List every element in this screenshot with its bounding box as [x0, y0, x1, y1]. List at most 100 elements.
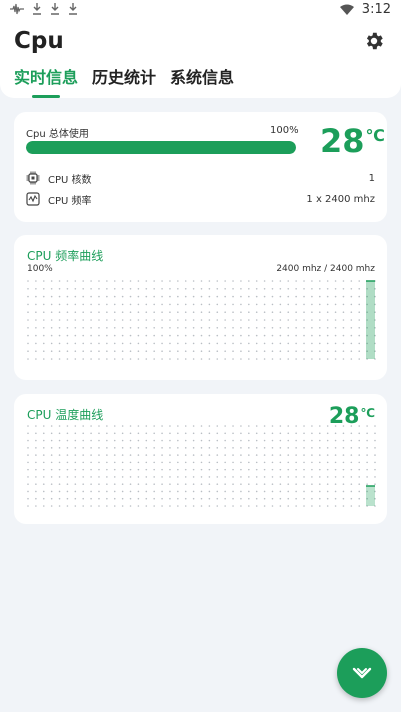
- grid-dot: [50, 447, 53, 449]
- grid-dot: [287, 319, 290, 321]
- grid-dot: [121, 327, 124, 329]
- grid-dot: [279, 447, 282, 449]
- grid-dot: [232, 476, 234, 478]
- grid-dot: [216, 303, 219, 306]
- grid-dot: [82, 505, 85, 507]
- grid-dot: [145, 432, 148, 435]
- grid-dot: [161, 350, 163, 352]
- grid-dot: [271, 432, 274, 435]
- grid-dot: [303, 319, 305, 321]
- grid-dot: [303, 295, 305, 298]
- grid-dot: [263, 454, 266, 456]
- grid-dot: [177, 490, 179, 493]
- grid-dot: [216, 468, 219, 471]
- grid-dot: [358, 497, 361, 500]
- grid-dot: [271, 490, 274, 493]
- grid-dot: [208, 319, 211, 321]
- grid-dot: [200, 483, 203, 485]
- grid-dot: [366, 454, 368, 456]
- grid-dot: [208, 447, 211, 449]
- grid-dot: [334, 490, 337, 493]
- grid-dot: [50, 461, 53, 464]
- grid-dot: [350, 334, 353, 337]
- grid-dot: [358, 439, 361, 442]
- grid-dot: [98, 490, 100, 493]
- grid-dot: [74, 358, 77, 360]
- grid-dot: [177, 358, 179, 360]
- grid-dot: [295, 350, 297, 352]
- grid-dot: [121, 295, 124, 298]
- grid-dot: [318, 468, 321, 471]
- grid-dot: [311, 490, 313, 493]
- grid-dot: [27, 505, 29, 507]
- grid-dot: [271, 288, 274, 290]
- wifi-icon: [339, 4, 354, 15]
- grid-dot: [263, 468, 266, 471]
- cpu-usage-card: Cpu 总体使用 100% 28℃ CPU 核数 1 CPU 频率 1 x 24…: [14, 112, 387, 222]
- grid-dot: [98, 505, 100, 507]
- tab-system-info[interactable]: 系统信息: [170, 64, 234, 96]
- grid-dot: [145, 439, 148, 442]
- grid-dot: [240, 483, 242, 485]
- grid-dot: [106, 288, 108, 290]
- grid-dot: [350, 288, 353, 290]
- grid-dot: [74, 454, 77, 456]
- grid-dot: [342, 461, 345, 464]
- tab-realtime-info[interactable]: 实时信息: [14, 64, 78, 96]
- grid-dot: [153, 432, 155, 435]
- grid-dot: [326, 350, 329, 352]
- grid-dot: [192, 327, 195, 329]
- grid-dot: [42, 350, 45, 352]
- grid-dot: [82, 447, 85, 449]
- grid-dot: [161, 358, 163, 360]
- grid-dot: [248, 454, 250, 456]
- grid-dot: [263, 358, 266, 360]
- tab-history-stats[interactable]: 历史统计: [92, 64, 156, 96]
- grid-dot: [208, 350, 211, 352]
- grid-dot: [27, 461, 29, 464]
- grid-dot: [240, 432, 242, 435]
- grid-dot: [240, 334, 242, 337]
- grid-dot: [248, 461, 250, 464]
- grid-dot: [240, 303, 242, 306]
- grid-dot: [82, 454, 85, 456]
- grid-dot: [129, 490, 132, 493]
- grid-dot: [263, 439, 266, 442]
- page-title: Cpu: [14, 28, 64, 54]
- grid-dot: [295, 311, 297, 313]
- grid-dot: [232, 447, 234, 449]
- usage-progress-bar: [26, 141, 296, 154]
- grid-dot: [58, 327, 61, 329]
- grid-dot: [58, 425, 61, 427]
- grid-dot: [342, 342, 345, 345]
- grid-dot: [145, 303, 148, 306]
- grid-dot: [326, 439, 329, 442]
- grid-dot: [318, 490, 321, 493]
- grid-dot: [42, 454, 45, 456]
- grid-dot: [113, 311, 116, 313]
- grid-dot: [42, 288, 45, 290]
- grid-dot: [161, 483, 163, 485]
- grid-dot: [224, 461, 226, 464]
- grid-dot: [137, 483, 140, 485]
- grid-dot: [106, 461, 108, 464]
- grid-dot: [279, 432, 282, 435]
- grid-dot: [153, 303, 155, 306]
- grid-dot: [184, 358, 187, 360]
- grid-dot: [248, 425, 250, 427]
- grid-dot: [303, 454, 305, 456]
- grid-dot: [342, 439, 345, 442]
- fab-button[interactable]: [337, 648, 387, 698]
- grid-dot: [27, 342, 29, 345]
- grid-dot: [106, 425, 108, 427]
- grid-dot: [334, 319, 337, 321]
- grid-dot: [129, 327, 132, 329]
- gear-icon[interactable]: [363, 30, 385, 52]
- grid-dot: [27, 327, 29, 329]
- usage-percent: 100%: [270, 125, 299, 136]
- grid-dot: [263, 505, 266, 507]
- grid-dot: [106, 497, 108, 500]
- grid-dot: [248, 483, 250, 485]
- grid-dot: [224, 432, 226, 435]
- grid-dot: [295, 280, 297, 282]
